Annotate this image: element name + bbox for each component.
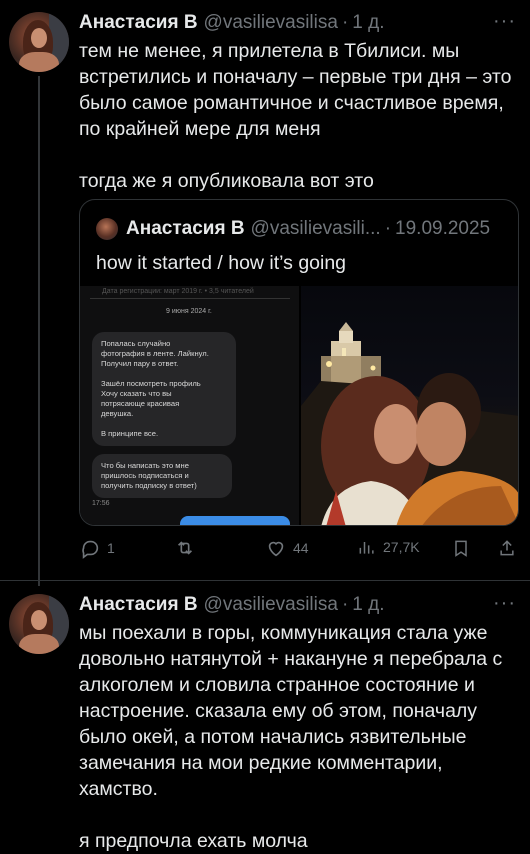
screenshot-timestamp: 17:56 (92, 500, 110, 507)
screenshot-header: Дата регистрации: март 2019 г. • 3,5 чит… (102, 288, 254, 295)
tweet-time[interactable]: 1 д. (352, 12, 384, 34)
quote-media[interactable]: Дата регистрации: март 2019 г. • 3,5 чит… (80, 286, 518, 525)
chat-bubble-2: Что бы написать это мне пришлось подписа… (92, 454, 232, 498)
tweet-divider (0, 580, 530, 581)
share-button[interactable] (497, 537, 523, 559)
reply-button[interactable]: 1 (79, 537, 115, 559)
reply-count: 1 (107, 540, 115, 556)
quote-avatar (96, 218, 118, 240)
chat-bubble-outgoing (180, 516, 290, 525)
retweet-icon (177, 541, 193, 555)
tweet-header: Анастасия В @vasilievasilisa · 1 д. (79, 594, 385, 616)
tweet-text: мы поехали в горы, коммуникация стала уж… (79, 622, 503, 852)
share-icon (500, 540, 514, 556)
avatar[interactable] (9, 594, 69, 654)
like-count: 44 (293, 540, 309, 556)
author-name[interactable]: Анастасия В (79, 594, 198, 616)
tweet-actions: 1 44 27,7K (79, 537, 519, 561)
more-icon[interactable]: ··· (493, 592, 516, 615)
screenshot-date: 9 июня 2024 г. (166, 308, 212, 315)
tweet-header: Анастасия В @vasilievasilisa · 1 д. (79, 12, 385, 34)
photo-illustration (301, 322, 518, 525)
quote-date: 19.09.2025 (395, 218, 491, 239)
quote-author-handle: @vasilievasili... (250, 218, 381, 239)
tweet-2[interactable]: Анастасия В @vasilievasilisa · 1 д. ··· … (0, 592, 530, 852)
author-handle[interactable]: @vasilievasilisa (204, 12, 338, 34)
avatar[interactable] (9, 12, 69, 72)
tweet-1[interactable]: Анастасия В @vasilievasilisa · 1 д. ··· … (0, 10, 530, 580)
views-count: 27,7K (383, 539, 420, 555)
tweet-time[interactable]: 1 д. (352, 594, 384, 616)
retweet-button[interactable] (174, 537, 202, 559)
bookmark-icon (455, 540, 467, 557)
quote-header: Анастасия В @vasilievasili... · 19.09.20… (96, 218, 490, 240)
quote-text: how it started / how it’s going (96, 252, 347, 274)
views-icon (359, 542, 374, 554)
chat-screenshot-image[interactable]: Дата регистрации: март 2019 г. • 3,5 чит… (80, 286, 299, 525)
chat-bubble-1: Попалась случайно фотография в ленте. Ла… (92, 332, 236, 446)
like-button[interactable]: 44 (265, 537, 309, 559)
bookmark-button[interactable] (451, 537, 477, 559)
quote-author-name: Анастасия В (126, 218, 245, 239)
couple-photo-image[interactable] (301, 286, 518, 525)
author-name[interactable]: Анастасия В (79, 12, 198, 34)
heart-icon (268, 541, 284, 557)
more-icon[interactable]: ··· (493, 10, 516, 33)
author-handle[interactable]: @vasilievasilisa (204, 594, 338, 616)
tweet-text: тем не менее, я прилетела в Тбилиси. мы … (79, 40, 512, 192)
views-button[interactable]: 27,7K (357, 537, 420, 557)
quoted-tweet[interactable]: Анастасия В @vasilievasili... · 19.09.20… (79, 199, 519, 526)
reply-icon (82, 540, 99, 559)
